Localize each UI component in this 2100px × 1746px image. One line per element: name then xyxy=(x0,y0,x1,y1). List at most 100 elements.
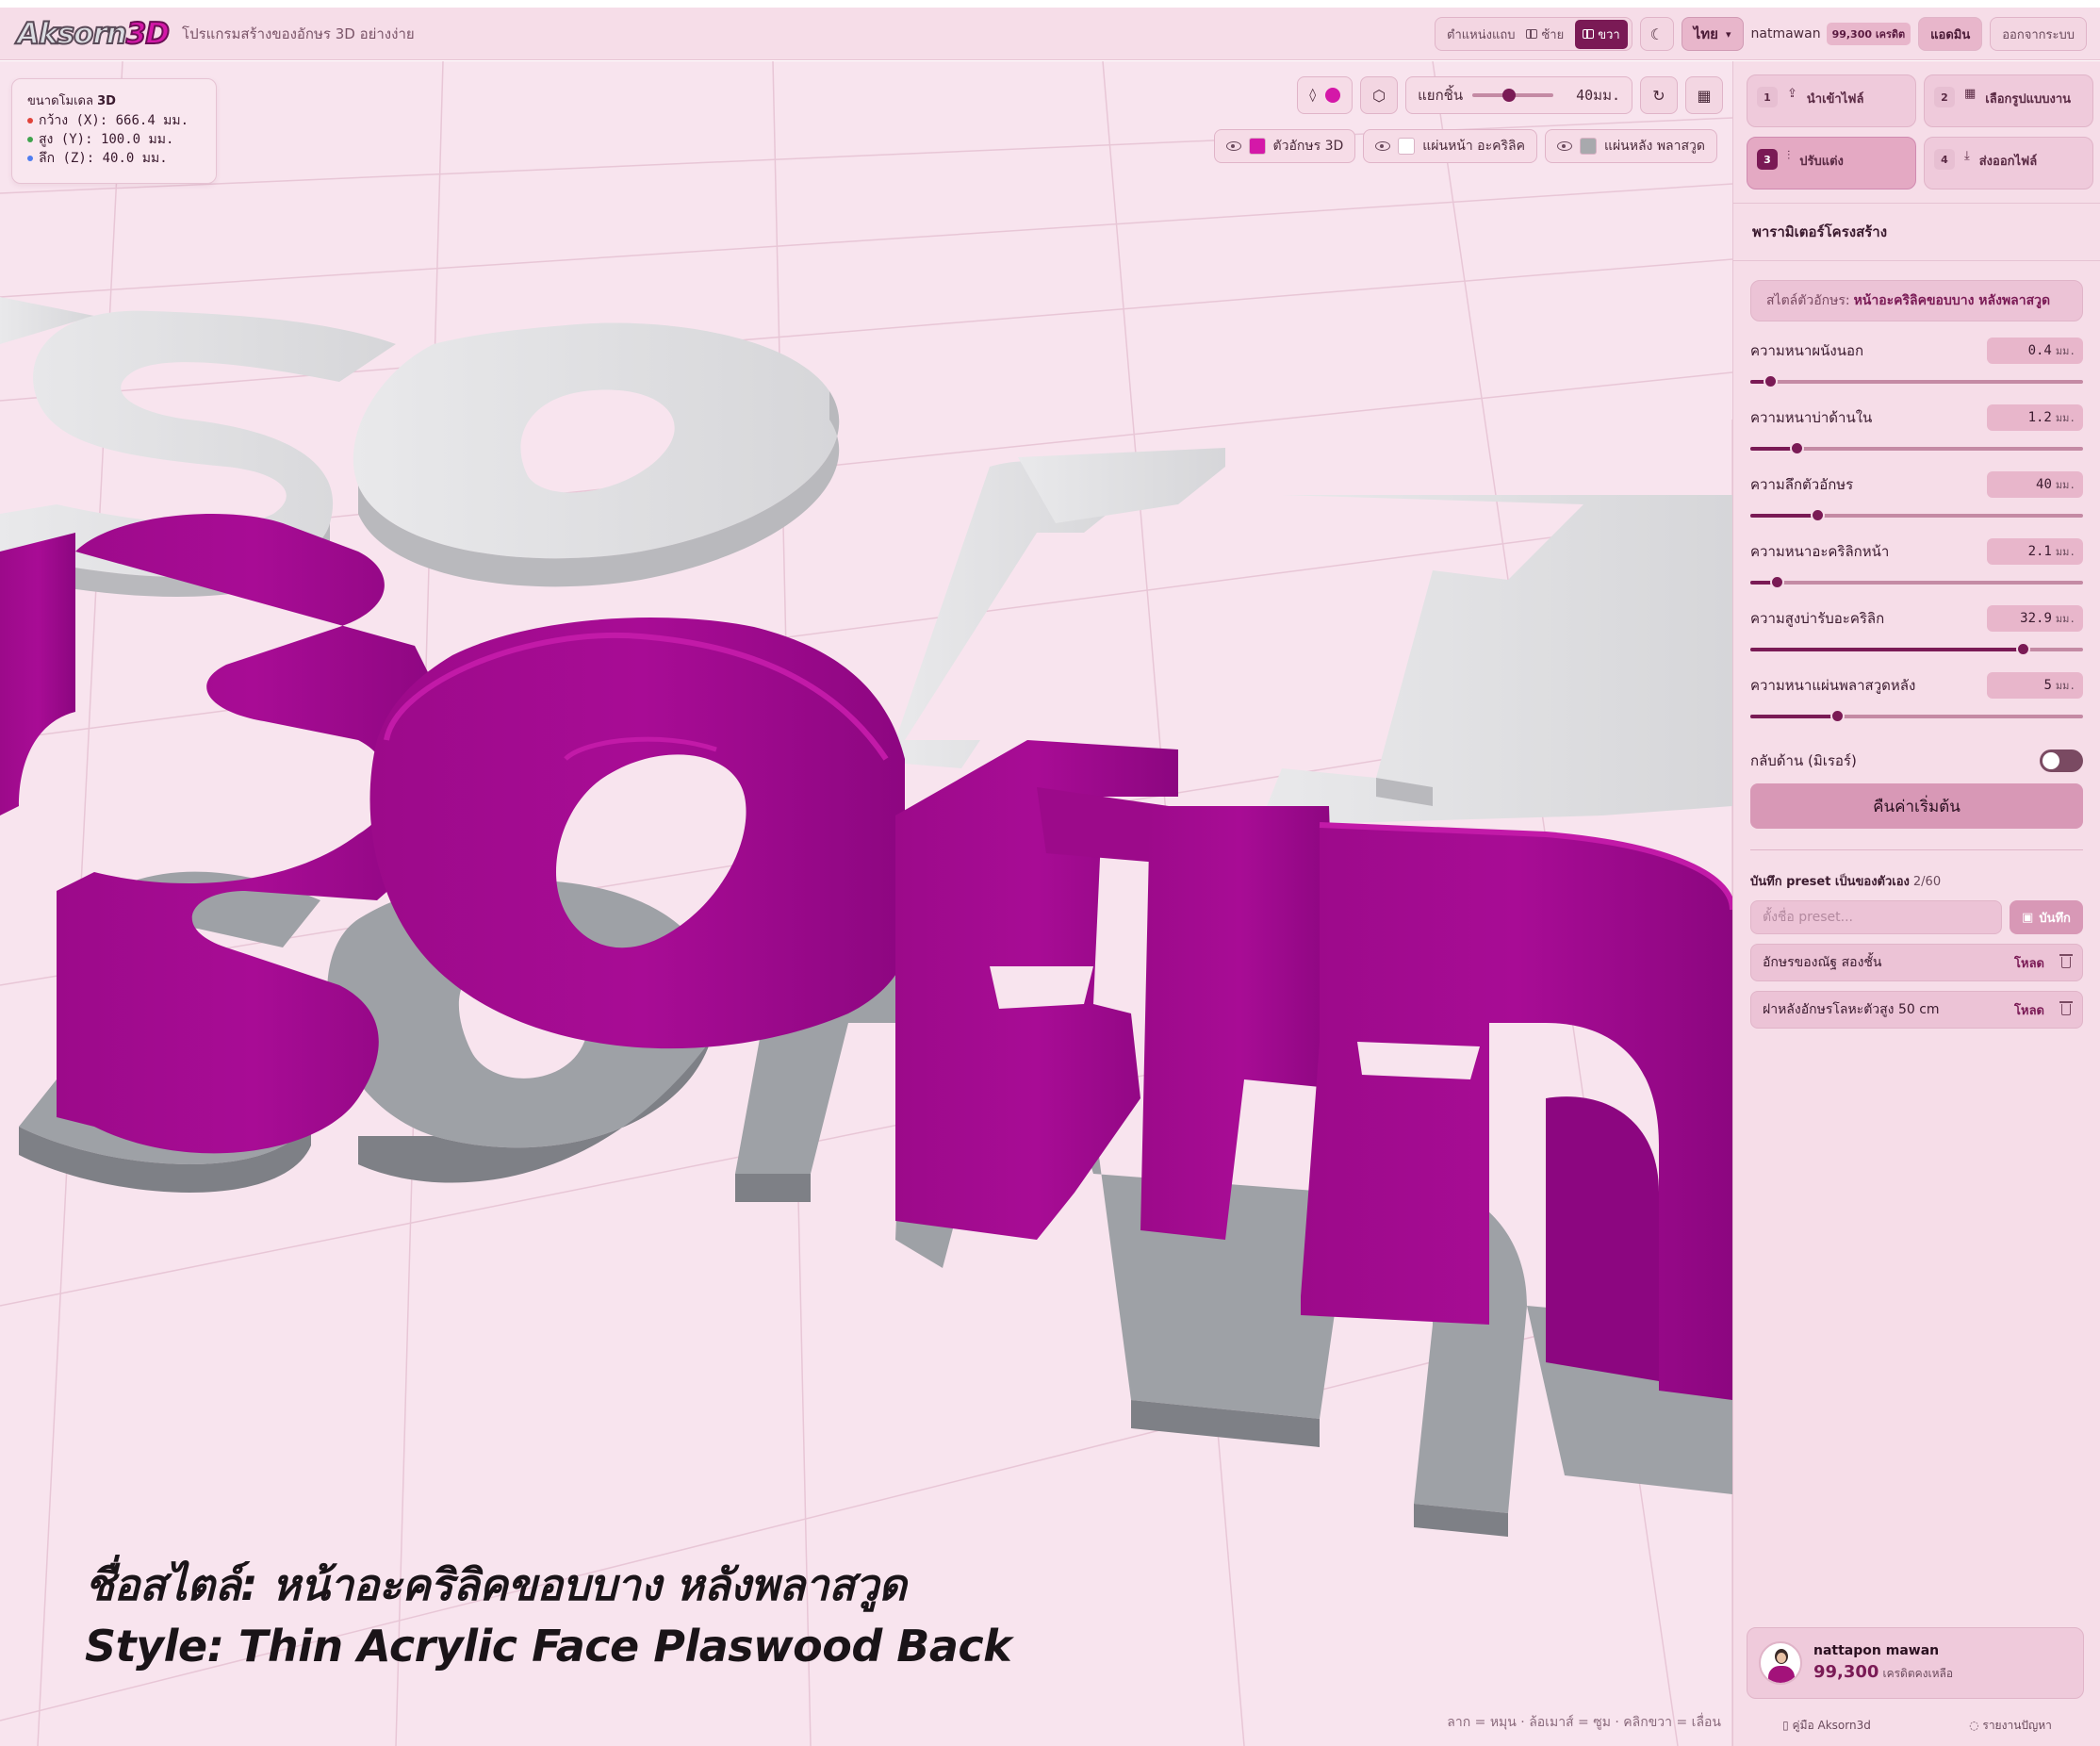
param-slider-handle[interactable] xyxy=(2016,642,2031,656)
preset-name-input[interactable]: ตั้งชื่อ preset... xyxy=(1750,900,2002,934)
cube-icon: ⬡ xyxy=(1372,86,1386,105)
viewport-toolbar: ◊ ⬡ แยกชิ้น 40มม. ↻ ▦ xyxy=(1297,76,1723,114)
letter-style-indicator: สไตล์ตัวอักษร: หน้าอะคริลิคขอบบาง หลังพลา… xyxy=(1750,280,2083,321)
upload-icon: ⇪ xyxy=(1787,87,1797,101)
sidebar-footer: ▯ คู่มือ Aksorn3d ◌ รายงานปัญหา xyxy=(1733,1717,2100,1735)
credit-badge: 99,300 เครดิต xyxy=(1826,23,1911,45)
download-icon: ⤓ xyxy=(1964,149,1970,163)
sliders-icon: ⫶ xyxy=(1787,149,1791,163)
param-slider[interactable] xyxy=(1750,441,2083,455)
param-slider[interactable] xyxy=(1750,508,2083,522)
reset-view-button[interactable]: ↻ xyxy=(1640,76,1678,114)
accent-color-dot[interactable] xyxy=(1325,88,1341,103)
param-inner-ledge: ความหนาบ่าด้านใน 1.2 มม. xyxy=(1733,404,2100,470)
mirror-row: กลับด้าน (มิเรอร์) xyxy=(1733,742,2100,780)
explode-value: 40มม. xyxy=(1576,87,1620,104)
layer-color-swatch xyxy=(1398,138,1416,155)
param-plaswood-thickness: ความหนาแผ่นพลาสวูดหลัง 5 มม. xyxy=(1733,671,2100,738)
sidebar-position-label: ตำแหน่งแถบ xyxy=(1447,27,1516,42)
user-info: natmawan 99,300 เครดิต xyxy=(1751,23,1911,45)
profile-credits: 99,300 เครดิตคงเหลือ xyxy=(1813,1662,1954,1682)
preset-section-title: บันทึก preset เป็นของตัวเอง 2/60 xyxy=(1750,875,1942,889)
3d-scene[interactable] xyxy=(0,61,1732,1746)
param-slider-handle[interactable] xyxy=(1764,374,1779,388)
3d-viewport[interactable]: ขนาดโมเดล 3D กว้าง (X): 666.4 มม. สูง (Y… xyxy=(0,61,1732,1746)
save-preset-button[interactable]: ▣ บันทึก xyxy=(2010,900,2083,934)
guide-link[interactable]: ▯ คู่มือ Aksorn3d xyxy=(1782,1717,1871,1735)
logout-button[interactable]: ออกจากระบบ xyxy=(1990,17,2087,51)
app-logo[interactable]: Aksorn3D xyxy=(16,16,171,52)
style-caption-english: Style: Thin Acrylic Face Plaswood Back xyxy=(85,1621,1012,1672)
step-choose-template[interactable]: 2 ▦ เลือกรูปแบบงาน xyxy=(1924,74,2093,127)
language-select[interactable]: ไทย ▾ xyxy=(1681,17,1744,51)
model-dimensions-title: ขนาดโมเดล 3D xyxy=(27,94,116,108)
save-icon: ▣ xyxy=(2022,910,2034,925)
dimension-height: สูง (Y): 100.0 มม. xyxy=(27,130,201,149)
dimension-depth: ลึก (Z): 40.0 มม. xyxy=(27,149,201,168)
param-outer-wall: ความหนาผนังนอก 0.4 มม. xyxy=(1733,337,2100,404)
grid-icon: ▦ xyxy=(1697,86,1712,105)
step-customize[interactable]: 3 ⫶ ปรับแต่ง xyxy=(1747,137,1916,189)
param-slider[interactable] xyxy=(1750,575,2083,589)
grid-toggle-button[interactable]: ▦ xyxy=(1685,76,1723,114)
sidebar-right-option[interactable]: ขวา xyxy=(1575,19,1628,49)
param-value-input[interactable]: 2.1 มม. xyxy=(1987,538,2083,565)
params-section-title: พารามิเตอร์โครงสร้าง xyxy=(1733,203,2100,261)
param-slider[interactable] xyxy=(1750,374,2083,388)
eye-icon xyxy=(1375,141,1391,151)
report-link[interactable]: ◌ รายงานปัญหา xyxy=(1969,1717,2052,1735)
param-slider-handle[interactable] xyxy=(1829,709,1845,723)
workflow-steps: 1 ⇪ นำเข้าไฟล์ 2 ▦ เลือกรูปแบบงาน 3 ⫶ ปรับแต่ง… xyxy=(1733,61,2100,203)
param-slider-handle[interactable] xyxy=(1790,441,1805,455)
panel-right-icon xyxy=(1583,29,1595,39)
reset-defaults-button[interactable]: คืนค่าเริ่มต้น xyxy=(1750,783,2083,829)
param-value-input[interactable]: 32.9 มม. xyxy=(1987,605,2083,632)
sidebar-left-option[interactable]: ซ้าย xyxy=(1518,20,1571,49)
toggle-layer-back-plaswood[interactable]: แผ่นหลัง พลาสวูด xyxy=(1544,129,1717,163)
param-value-input[interactable]: 1.2 มม. xyxy=(1987,404,2083,431)
explode-slider[interactable] xyxy=(1472,89,1554,102)
top-bar: Aksorn3D โปรแกรมสร้างของอักษร 3D อย่างง่… xyxy=(0,8,2100,60)
grid-icon: ▦ xyxy=(1964,87,1977,101)
admin-button[interactable]: แอดมิน xyxy=(1918,17,1983,51)
theme-toggle-button[interactable]: ☾ xyxy=(1639,17,1674,51)
step-export[interactable]: 4 ⤓ ส่งออกไฟล์ xyxy=(1924,137,2093,189)
toggle-layer-letters[interactable]: ตัวอักษร 3D xyxy=(1213,129,1356,163)
param-slider-handle[interactable] xyxy=(1810,508,1825,522)
param-value-input[interactable]: 40 มม. xyxy=(1987,471,2083,498)
preset-item: ฝาหลังอักษรโลหะตัวสูง 50 cm โหลด xyxy=(1750,991,2083,1029)
layer-color-swatch xyxy=(1248,138,1266,155)
param-slider[interactable] xyxy=(1750,642,2083,656)
trash-icon[interactable] xyxy=(2059,954,2073,968)
chat-icon: ◌ xyxy=(1969,1719,1979,1732)
app-tagline: โปรแกรมสร้างของอักษร 3D อย่างง่าย xyxy=(182,25,415,42)
mirror-toggle[interactable] xyxy=(2040,749,2083,772)
droplet-icon: ◊ xyxy=(1309,88,1317,103)
param-acrylic-thickness: ความหนาอะคริลิกหน้า 2.1 มม. xyxy=(1733,537,2100,604)
param-value-input[interactable]: 5 มม. xyxy=(1987,672,2083,699)
mirror-label: กลับด้าน (มิเรอร์) xyxy=(1750,752,1857,769)
trash-icon[interactable] xyxy=(2059,1001,2073,1015)
controls-hint: ลาก = หมุน · ล้อเมาส์ = ซูม · คลิกขวา = … xyxy=(1447,1715,1721,1730)
param-slider[interactable] xyxy=(1750,709,2083,723)
param-value-input[interactable]: 0.4 มม. xyxy=(1987,338,2083,364)
book-icon: ▯ xyxy=(1782,1719,1789,1732)
eye-icon xyxy=(1225,141,1241,151)
explode-slider-handle[interactable] xyxy=(1501,89,1516,102)
sidebar-position-toggle: ตำแหน่งแถบ ซ้าย ขวา xyxy=(1435,17,1632,51)
load-preset-button[interactable]: โหลด xyxy=(2014,1000,2044,1020)
chevron-down-icon: ▾ xyxy=(1725,27,1731,41)
user-profile-card[interactable]: nattapon mawan 99,300 เครดิตคงเหลือ xyxy=(1747,1627,2084,1699)
load-preset-button[interactable]: โหลด xyxy=(2014,953,2044,973)
explode-control: แยกชิ้น 40มม. xyxy=(1405,76,1632,114)
preset-item: อักษรของณัฐ สองชั้น โหลด xyxy=(1750,944,2083,981)
right-sidebar: 1 ⇪ นำเข้าไฟล์ 2 ▦ เลือกรูปแบบงาน 3 ⫶ ปรับแต่ง… xyxy=(1732,61,2100,1746)
profile-name: nattapon mawan xyxy=(1813,1643,1940,1658)
panel-left-icon xyxy=(1526,29,1538,39)
step-import[interactable]: 1 ⇪ นำเข้าไฟล์ xyxy=(1747,74,1916,127)
cube-view-button[interactable]: ⬡ xyxy=(1360,76,1399,114)
param-slider-handle[interactable] xyxy=(1770,575,1785,589)
toggle-layer-front-acrylic[interactable]: แผ่นหน้า อะคริลิค xyxy=(1363,129,1537,163)
model-dimensions-panel: ขนาดโมเดล 3D กว้าง (X): 666.4 มม. สูง (Y… xyxy=(11,78,217,184)
color-picker-group[interactable]: ◊ xyxy=(1297,76,1354,114)
